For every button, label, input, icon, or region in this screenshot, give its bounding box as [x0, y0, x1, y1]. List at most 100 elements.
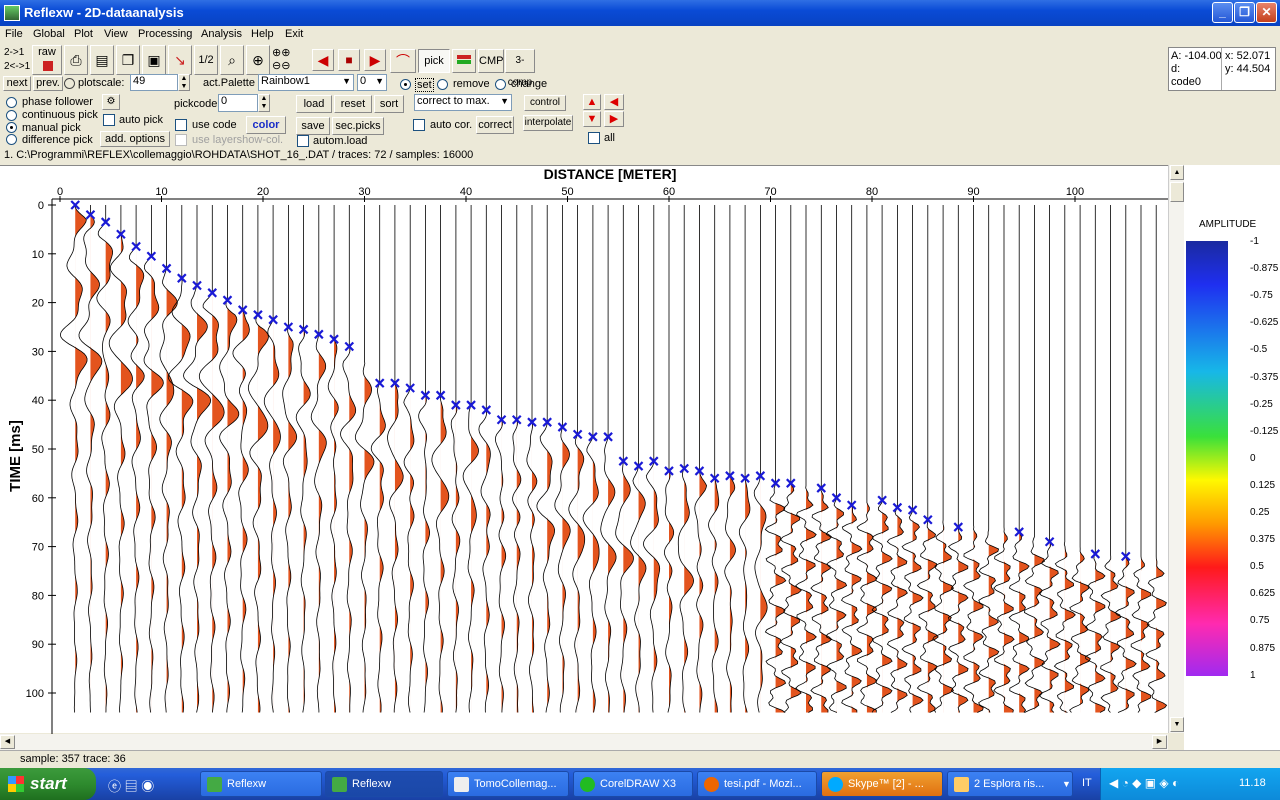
half-scale-button[interactable]: 1/2	[194, 45, 218, 75]
legend-tick-label: 0.875	[1250, 642, 1276, 654]
minimize-button[interactable]: _	[1212, 2, 1233, 23]
pick-button[interactable]: pick	[418, 49, 450, 73]
remove-radio[interactable]	[437, 79, 448, 90]
menu-view[interactable]: View	[104, 28, 128, 40]
menu-exit[interactable]: Exit	[285, 28, 303, 40]
menu-analysis[interactable]: Analysis	[201, 28, 242, 40]
trace-wiggle	[431, 205, 450, 713]
reset-button[interactable]: reset	[334, 95, 372, 113]
all-checkbox[interactable]	[588, 132, 600, 144]
y-tick-label: 100	[26, 688, 44, 700]
shift-up-icon[interactable]: ▲	[583, 94, 601, 110]
layer-icon[interactable]	[452, 49, 476, 73]
maximize-button[interactable]: ❐	[1234, 2, 1255, 23]
trace-wiggle	[1100, 205, 1122, 713]
autom-load-checkbox[interactable]	[297, 135, 309, 147]
pickcode-input[interactable]: 0	[218, 94, 258, 112]
task-reflexw-1[interactable]: Reflexw	[200, 771, 322, 797]
menu-processing[interactable]: Processing	[138, 28, 192, 40]
tray-icons[interactable]: ◀ ◔ ◆ ▣ ◈ ◐	[1109, 776, 1179, 790]
plotscale-label: plotscale:	[78, 77, 125, 89]
y-axis-title: TIME [ms]	[7, 420, 24, 492]
menu-plot[interactable]: Plot	[74, 28, 93, 40]
start-button[interactable]: start	[0, 768, 96, 800]
phase-follower-radio[interactable]	[6, 97, 17, 108]
zoom-steps-icon[interactable]: ⊕⊕ ⊖⊖	[272, 47, 290, 73]
copy-2to1-button[interactable]: 2->1	[4, 47, 24, 58]
plotscale-spinner[interactable]: ▲ ▼	[178, 74, 190, 91]
continuous-pick-radio[interactable]	[6, 110, 17, 121]
previous-arrow-icon[interactable]: ◀	[312, 49, 334, 71]
manual-pick-radio[interactable]	[6, 122, 17, 133]
menu-global[interactable]: Global	[33, 28, 65, 40]
horizontal-scrollbar[interactable]: ◀ ▶	[0, 734, 1168, 750]
add-options-button[interactable]: add. options	[100, 131, 170, 147]
change-radio[interactable]	[495, 79, 506, 90]
palette-select[interactable]: Rainbow1 ▼	[258, 74, 354, 91]
auto-pick-checkbox[interactable]	[103, 114, 115, 126]
task-firefox[interactable]: tesi.pdf - Mozi...	[697, 771, 817, 797]
auto-cor-checkbox[interactable]	[413, 119, 425, 131]
zoom-icon[interactable]: ⌕	[220, 45, 244, 75]
use-layershow-checkbox[interactable]	[175, 134, 187, 146]
copy-icon[interactable]: ❐	[116, 45, 140, 75]
three-comp-button[interactable]: 3-comp	[505, 49, 535, 88]
window-icon[interactable]: ▣	[142, 45, 166, 75]
print-icon[interactable]: ⎙	[64, 45, 88, 75]
trace-arrow-icon[interactable]: ↘	[168, 45, 192, 75]
trace-wiggle	[403, 205, 415, 713]
gear-icon[interactable]: ⚙	[102, 94, 120, 110]
scroll-down-icon[interactable]: ▼	[1170, 717, 1184, 732]
sort-button[interactable]: sort	[374, 95, 404, 113]
palette-value: Rainbow1	[261, 75, 310, 87]
vertical-scroll-thumb[interactable]	[1170, 182, 1184, 202]
scroll-right-icon[interactable]: ▶	[1152, 735, 1167, 749]
remove-label: remove	[453, 78, 490, 90]
correct-button[interactable]: correct	[476, 116, 514, 134]
shift-right-icon[interactable]: ▶	[604, 111, 624, 127]
plotscale-input[interactable]: 49	[130, 74, 178, 91]
wavelet-icon[interactable]: ⌒	[390, 49, 416, 73]
menu-file[interactable]: File	[5, 28, 23, 40]
quicklaunch-icons[interactable]: ⓔ ▤ ◉	[108, 776, 154, 795]
menu-help[interactable]: Help	[251, 28, 274, 40]
task-reflexw-2[interactable]: Reflexw	[325, 771, 443, 797]
task-tomocollemag[interactable]: TomoCollemag...	[447, 771, 569, 797]
cmp-button[interactable]: CMP	[478, 49, 504, 73]
scroll-up-icon[interactable]: ▲	[1170, 165, 1184, 180]
task-coreldraw[interactable]: CorelDRAW X3	[573, 771, 693, 797]
correct-mode-select[interactable]: correct to max. ▼	[414, 94, 512, 111]
stop-icon[interactable]: ■	[338, 49, 360, 71]
zoom-in-icon[interactable]: ⊕	[246, 45, 270, 75]
save-button[interactable]: save	[296, 117, 330, 135]
swap-button[interactable]: 2<->1	[4, 61, 30, 72]
chevron-down-icon[interactable]: ▼	[1062, 779, 1071, 789]
prev-button[interactable]: prev.	[33, 76, 63, 91]
color-button[interactable]: color	[246, 116, 286, 134]
x-axis-title: DISTANCE [METER]	[544, 166, 677, 182]
vertical-scrollbar[interactable]: ▲ ▼	[1168, 165, 1184, 733]
seismogram-plot[interactable]: 0 10 20 30 40 50 60 70 80 90 100 0 10 20 30 40 50 60 70 80 9…	[0, 165, 1168, 734]
difference-pick-radio[interactable]	[6, 134, 17, 145]
palette-number-select[interactable]: 0 ▼	[357, 74, 387, 91]
sec-picks-button[interactable]: sec.picks	[332, 117, 384, 135]
control-button[interactable]: control	[524, 95, 566, 111]
shift-left-icon[interactable]: ◀	[604, 94, 624, 110]
task-skype[interactable]: Skype™ [2] - ...	[821, 771, 943, 797]
close-button[interactable]: ✕	[1256, 2, 1277, 23]
next-button[interactable]: next	[3, 76, 31, 91]
next-arrow-icon[interactable]: ▶	[364, 49, 386, 71]
load-button[interactable]: load	[296, 95, 332, 113]
raw-button[interactable]: raw	[32, 45, 62, 75]
export-icon[interactable]: ▤	[90, 45, 114, 75]
use-code-checkbox[interactable]	[175, 119, 187, 131]
set-radio[interactable]	[400, 79, 411, 90]
interpolate-button[interactable]: interpolate	[523, 115, 573, 131]
pickcode-spinner[interactable]: ▲ ▼	[258, 94, 270, 112]
legend-tick-label: -0.125	[1250, 425, 1279, 437]
language-indicator[interactable]: IT	[1082, 777, 1092, 789]
status-bar: sample: 357 trace: 36	[0, 750, 1280, 768]
scroll-left-icon[interactable]: ◀	[0, 735, 15, 749]
shift-down-icon[interactable]: ▼	[583, 111, 601, 127]
task-explorer[interactable]: 2 Esplora ris...	[947, 771, 1073, 797]
